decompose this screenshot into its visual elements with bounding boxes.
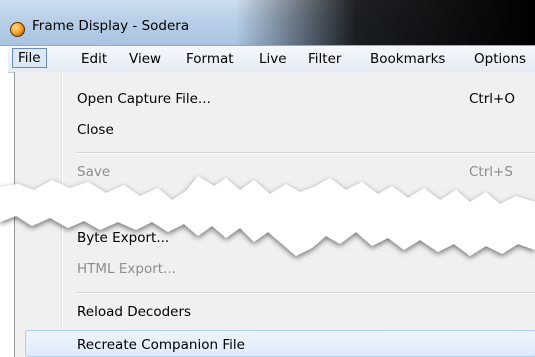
titlebar-shadow [235,0,535,45]
menu-item-recreate-companion-file[interactable]: Recreate Companion File [77,337,245,353]
menu-icon-gutter [61,72,62,357]
menu-item-save[interactable]: Save [77,164,110,180]
menu-options[interactable]: Options [474,51,526,67]
shortcut-open: Ctrl+O [469,91,515,107]
app-icon [10,22,25,37]
window-title: Frame Display - Sodera [32,18,190,34]
menu-separator [75,292,535,293]
menu-bar: File Edit View Format Live Filter Bookma… [8,46,535,73]
menu-item-byte-export[interactable]: Byte Export... [77,230,169,246]
menu-filter[interactable]: Filter [308,51,341,67]
menu-edit[interactable]: Edit [81,51,107,67]
menu-item-reload-decoders[interactable]: Reload Decoders [77,304,191,320]
menu-live[interactable]: Live [259,51,287,67]
title-bar[interactable]: Frame Display - Sodera [0,0,535,46]
menu-item-html-export[interactable]: HTML Export... [77,261,176,277]
menu-item-open-capture-file[interactable]: Open Capture File... [77,91,211,107]
shortcut-save: Ctrl+S [469,164,513,180]
menu-bookmarks[interactable]: Bookmarks [370,51,445,67]
menu-separator [75,152,535,153]
menu-file[interactable]: File [12,48,47,68]
file-menu-dropdown: Open Capture File... Ctrl+O Close Save C… [14,72,535,357]
menu-format[interactable]: Format [186,51,234,67]
menu-item-close[interactable]: Close [77,122,114,138]
menu-view[interactable]: View [129,51,161,67]
